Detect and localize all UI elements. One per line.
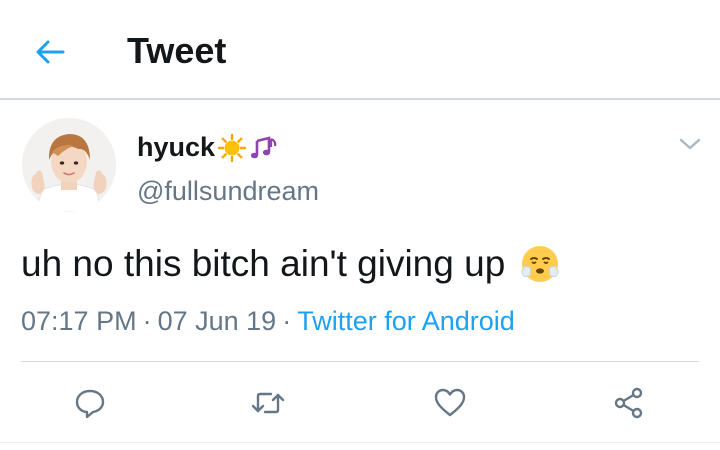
page-title: Tweet xyxy=(127,30,227,71)
tweet-text: uh no this bitch ain't giving up xyxy=(21,243,506,284)
tweet-client-link[interactable]: Twitter for Android xyxy=(297,306,515,336)
tweet-time: 07:17 PM xyxy=(21,306,137,336)
tweet-options-button[interactable] xyxy=(677,133,703,155)
divider xyxy=(21,361,699,362)
retweet-button[interactable] xyxy=(243,378,293,428)
tweet-meta: 07:17 PM · 07 Jun 19 · Twitter for Android xyxy=(21,306,515,337)
share-button[interactable] xyxy=(604,378,654,428)
avatar[interactable] xyxy=(22,118,116,212)
tweet-body: uh no this bitch ain't giving up xyxy=(21,243,561,285)
top-app-bar: Tweet xyxy=(0,0,720,100)
face-with-steam-emoji-icon xyxy=(521,246,560,282)
tweet-actions xyxy=(0,378,720,428)
reply-icon xyxy=(75,389,105,419)
retweet-icon xyxy=(251,392,285,414)
back-button[interactable] xyxy=(30,32,70,72)
author-display-name[interactable]: hyuck xyxy=(137,132,279,163)
author-name-text: hyuck xyxy=(137,132,216,162)
bottom-divider xyxy=(0,442,720,450)
meta-separator: · xyxy=(282,306,292,336)
chevron-down-icon xyxy=(679,138,701,150)
heart-icon xyxy=(434,388,466,417)
arrow-left-icon xyxy=(36,40,65,64)
like-button[interactable] xyxy=(425,378,475,428)
author-handle: @fullsundream xyxy=(137,176,319,206)
meta-separator: · xyxy=(142,306,152,336)
share-icon xyxy=(614,387,643,419)
reply-button[interactable] xyxy=(65,378,115,428)
tweet-date: 07 Jun 19 xyxy=(157,306,277,336)
sun-emoji-icon xyxy=(217,133,247,162)
musical-notes-emoji-icon xyxy=(250,135,277,158)
